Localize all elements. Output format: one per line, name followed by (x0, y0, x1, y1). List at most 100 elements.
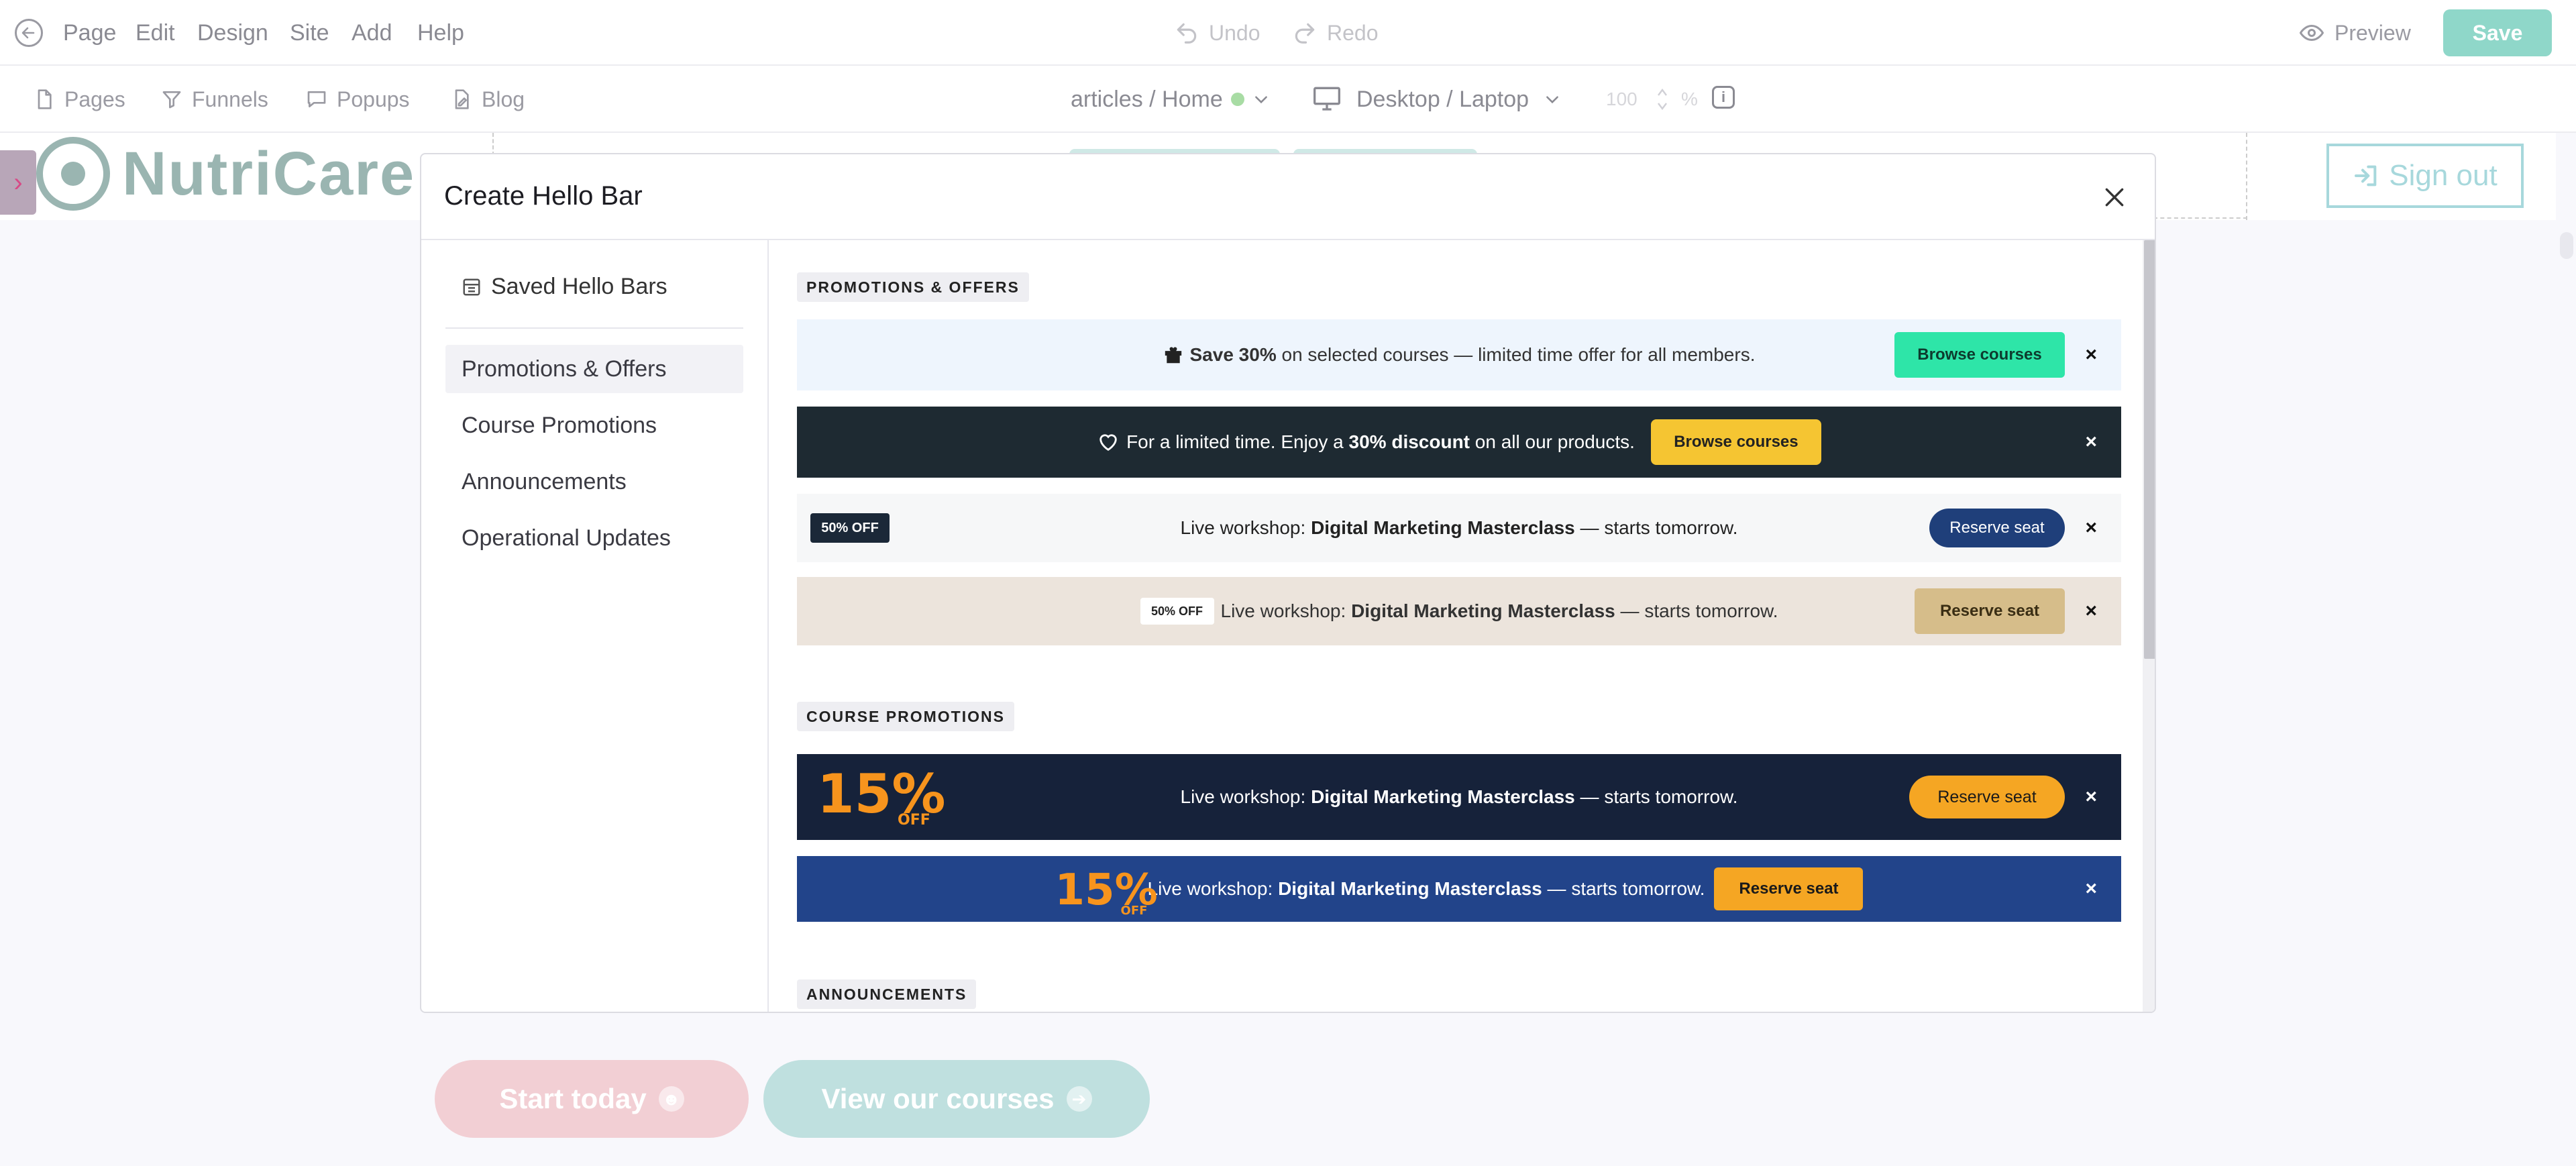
funnels-button[interactable]: Funnels (161, 66, 268, 133)
redo-label: Redo (1327, 20, 1379, 45)
bar-bold-text: 30% discount (1348, 431, 1470, 452)
section-promotions-heading: PROMOTIONS & OFFERS (797, 272, 1029, 302)
sign-out-button[interactable]: Sign out (2326, 144, 2524, 208)
popups-button[interactable]: Popups (306, 66, 410, 133)
device-label: Desktop / Laptop (1356, 86, 1529, 112)
saved-label: Saved Hello Bars (491, 274, 667, 299)
funnels-label: Funnels (192, 87, 268, 111)
page-breadcrumb-select[interactable]: articles / Home (1071, 66, 1270, 133)
smile-icon: ☻ (658, 1086, 684, 1112)
reserve-seat-button[interactable]: Reserve seat (1909, 776, 2065, 818)
bar-bold-text: Digital Marketing Masterclass (1351, 600, 1615, 621)
scrollbar-thumb[interactable] (2144, 240, 2155, 659)
gift-icon (1165, 347, 1181, 364)
reserve-seat-button[interactable]: Reserve seat (1929, 509, 2065, 547)
browse-courses-button[interactable]: Browse courses (1650, 419, 1821, 465)
save-button[interactable]: Save (2443, 9, 2552, 56)
site-logo: NutriCare (36, 137, 415, 211)
popups-label: Popups (337, 87, 410, 111)
bar-bold-text: Digital Marketing Masterclass (1311, 786, 1575, 807)
bar-bold-text: Digital Marketing Masterclass (1278, 878, 1542, 899)
dialog-title: Create Hello Bar (444, 181, 643, 211)
divider (445, 327, 743, 329)
discount-off-label: OFF (1120, 904, 1148, 918)
info-icon[interactable]: i (1712, 86, 1735, 109)
hello-bar-template[interactable]: 50% OFF Live workshop: Digital Marketing… (797, 494, 2121, 562)
bar-bold-text: Digital Marketing Masterclass (1311, 517, 1575, 538)
preview-button[interactable]: Preview (2300, 0, 2411, 66)
bar-close-icon[interactable]: × (2085, 878, 2097, 900)
preview-label: Preview (2334, 20, 2411, 45)
section-course-heading: COURSE PROMOTIONS (797, 702, 1014, 731)
bar-text: — starts tomorrow. (1574, 786, 1738, 807)
reserve-seat-button[interactable]: Reserve seat (1714, 867, 1864, 910)
saved-hello-bars-link[interactable]: Saved Hello Bars (462, 274, 667, 300)
undo-button[interactable]: Undo (1174, 0, 1260, 66)
bar-close-icon[interactable]: × (2085, 600, 2097, 623)
dialog-scrollbar[interactable] (2143, 240, 2155, 1012)
section-outline (2153, 217, 2247, 219)
start-today-button[interactable]: Start today ☻ (435, 1060, 749, 1138)
discount-badge: 50% OFF (810, 513, 890, 543)
bar-message: Live workshop: Digital Marketing Masterc… (1181, 786, 1738, 808)
bar-message: For a limited time. Enjoy a 30% discount… (1097, 419, 1821, 465)
canvas-scrollbar[interactable] (2560, 232, 2573, 259)
view-courses-label: View our courses (821, 1083, 1055, 1114)
hello-bar-template[interactable]: 15% OFF Live workshop: Digital Marketing… (797, 754, 2121, 840)
blog-button[interactable]: Blog (451, 66, 525, 133)
zoom-unit: % (1681, 89, 1698, 109)
category-promotions[interactable]: Promotions & Offers (445, 345, 743, 393)
bar-bold-text: Save 30% (1189, 344, 1277, 365)
side-panel-toggle-icon[interactable]: › (0, 150, 36, 215)
menu-add[interactable]: Add (352, 0, 392, 66)
eye-icon (2300, 24, 2324, 42)
bar-text: — starts tomorrow. (1542, 878, 1705, 899)
bar-close-icon[interactable]: × (2085, 517, 2097, 539)
blog-icon (455, 89, 469, 109)
zoom-stepper-icon[interactable] (1656, 83, 1669, 115)
zoom-input[interactable]: 100 (1606, 83, 1646, 115)
sign-out-icon (2355, 165, 2377, 187)
arrow-right-icon: ➔ (1066, 1086, 1092, 1112)
editor-toolbar: Pages Funnels Popups Blog articles / Hom… (0, 66, 2576, 133)
bar-close-icon[interactable]: × (2085, 431, 2097, 454)
hello-bar-template[interactable]: Save 30% on selected courses — limited t… (797, 319, 2121, 390)
bar-text: Live workshop: (1180, 517, 1311, 538)
pages-label: Pages (64, 87, 125, 111)
menu-edit[interactable]: Edit (136, 0, 175, 66)
undo-label: Undo (1209, 20, 1260, 45)
menu-help[interactable]: Help (417, 0, 464, 66)
category-operational-updates[interactable]: Operational Updates (445, 514, 743, 562)
close-icon[interactable] (2101, 184, 2128, 211)
menu-site[interactable]: Site (290, 0, 329, 66)
menu-design[interactable]: Design (197, 0, 268, 66)
funnel-icon (162, 91, 181, 109)
bar-text: For a limited time. Enjoy a (1126, 431, 1349, 452)
category-announcements[interactable]: Announcements (445, 458, 743, 506)
redo-button[interactable]: Redo (1292, 0, 1379, 66)
bar-close-icon[interactable]: × (2085, 786, 2097, 808)
back-arrow-icon[interactable] (15, 19, 43, 47)
view-courses-button[interactable]: View our courses ➔ (763, 1060, 1150, 1138)
template-list: PROMOTIONS & OFFERS Save 30% on selected… (770, 240, 2143, 1012)
discount-graphic: 15% OFF (1055, 862, 1158, 917)
bar-close-icon[interactable]: × (2085, 343, 2097, 366)
pages-button[interactable]: Pages (34, 66, 125, 133)
heart-icon (1099, 434, 1117, 452)
hello-bar-template[interactable]: 50% OFF Live workshop: Digital Marketing… (797, 577, 2121, 645)
menu-page[interactable]: Page (63, 0, 116, 66)
bar-text: on selected courses — limited time offer… (1276, 344, 1756, 365)
chevron-down-icon (1544, 91, 1561, 108)
hello-bar-template[interactable]: For a limited time. Enjoy a 30% discount… (797, 407, 2121, 478)
undo-icon (1177, 23, 1197, 44)
template-category-sidebar: Saved Hello Bars Promotions & Offers Cou… (421, 240, 769, 1012)
bar-text: on all our products. (1470, 431, 1635, 452)
category-course-promotions[interactable]: Course Promotions (445, 401, 743, 449)
page-icon (38, 89, 52, 109)
browse-courses-button[interactable]: Browse courses (1894, 332, 2065, 378)
reserve-seat-button[interactable]: Reserve seat (1915, 588, 2065, 634)
device-select[interactable]: Desktop / Laptop (1312, 66, 1561, 133)
hello-bar-template[interactable]: 15% OFF Live workshop: Digital Marketing… (797, 856, 2121, 922)
bar-message: 15% OFF Live workshop: Digital Marketing… (1055, 862, 1864, 917)
logo-text: NutriCare (122, 139, 416, 208)
